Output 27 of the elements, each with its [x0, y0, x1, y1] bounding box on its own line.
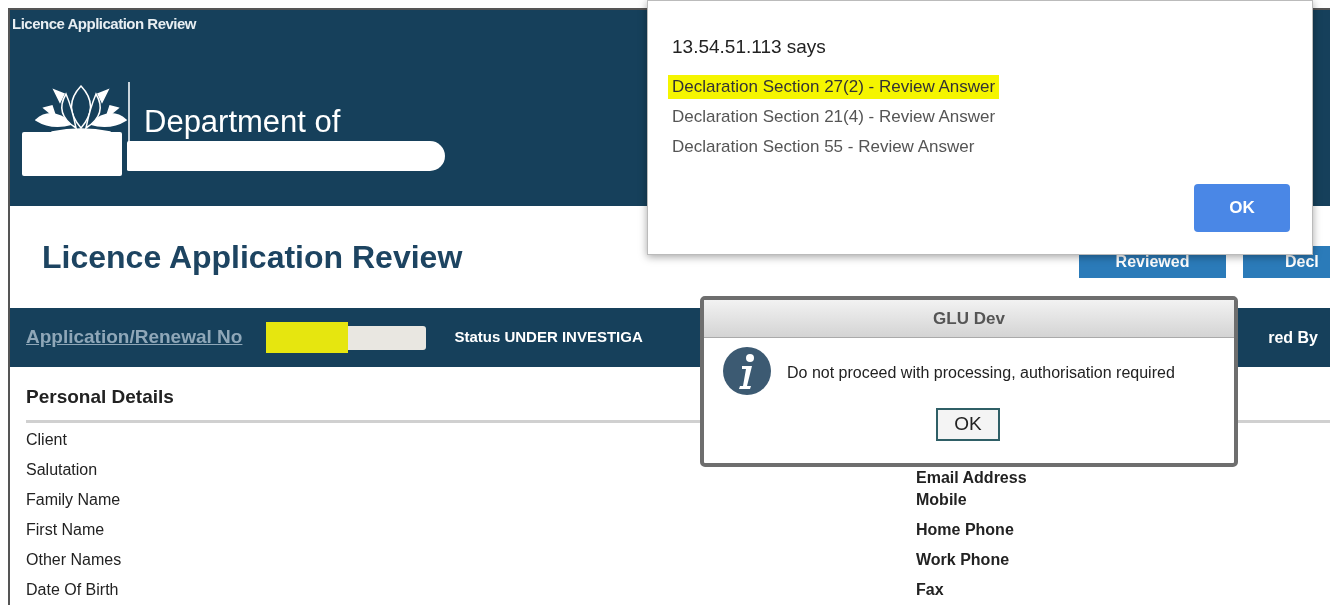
field-label: First Name	[26, 519, 106, 540]
alert-origin: 13.54.51.113 says	[672, 35, 826, 59]
dialog-title: GLU Dev	[704, 300, 1234, 338]
ok-button[interactable]: OK	[1194, 184, 1290, 232]
field-label: Client	[26, 429, 68, 450]
registered-by-label: red By	[1268, 327, 1318, 348]
field-label: Email Address	[916, 469, 1027, 486]
field-label: Family Name	[26, 489, 122, 510]
dialog-message: Do not proceed with processing, authorisation required	[787, 363, 1175, 383]
status-text: Status UNDER INVESTIGA	[454, 327, 644, 348]
field-label: Date Of Birth	[26, 579, 120, 600]
ok-button[interactable]: OK	[936, 408, 1000, 441]
application-number-field[interactable]	[348, 325, 427, 350]
section-title: Personal Details	[26, 385, 175, 409]
field-label: Mobile	[916, 489, 967, 510]
alert-line: Declaration Section 21(4) - Review Answer	[671, 106, 997, 128]
application-number-link[interactable]: Application/Renewal No	[26, 323, 243, 352]
department-name: Department of	[144, 106, 341, 137]
page-heading: Licence Application Review	[42, 238, 463, 277]
alert-line: Declaration Section 55 - Review Answer	[671, 136, 976, 158]
field-label: Work Phone	[916, 549, 1010, 570]
field-label: Salutation	[26, 459, 99, 480]
field-label: Other Names	[26, 549, 123, 570]
info-icon	[722, 346, 772, 396]
window-title: Licence Application Review	[12, 14, 196, 34]
field-label: Fax	[916, 579, 944, 600]
field-label: Home Phone	[916, 519, 1014, 540]
